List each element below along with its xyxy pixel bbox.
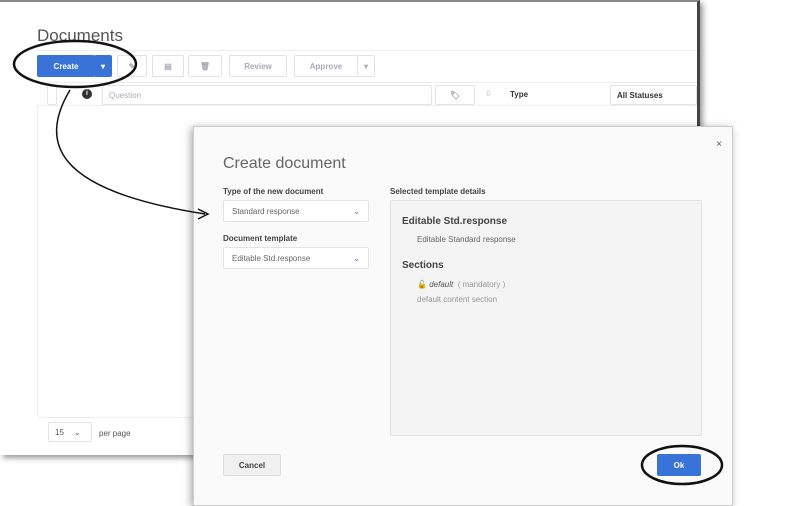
- cancel-button[interactable]: Cancel: [223, 454, 281, 476]
- dialog-title: Create document: [223, 155, 346, 172]
- template-select[interactable]: Editable Std.response ⌄: [223, 247, 369, 269]
- review-button[interactable]: Review: [229, 55, 287, 77]
- approve-button[interactable]: Approve: [294, 55, 358, 77]
- chevron-down-icon: ⌄: [73, 427, 81, 437]
- page-title: Documents: [37, 26, 123, 45]
- chevron-down-icon: ⌄: [353, 206, 360, 216]
- create-dropdown-button[interactable]: ▾: [94, 55, 112, 77]
- section-description: default content section: [417, 295, 498, 304]
- pencil-icon: ✎: [128, 61, 136, 71]
- type-label: Type of the new document: [223, 187, 324, 196]
- trash-icon: 🗑: [199, 61, 211, 71]
- document-button[interactable]: ▤: [152, 55, 184, 77]
- section-flag: ( mandatory ): [457, 280, 506, 289]
- caret-down-icon: ▾: [100, 61, 105, 71]
- per-page-label: per page: [99, 429, 131, 438]
- sections-title: Sections: [402, 260, 444, 271]
- ok-button[interactable]: Ok: [657, 454, 701, 476]
- details-description: Editable Standard response: [417, 235, 516, 244]
- unlock-icon: 🔓: [417, 280, 427, 289]
- create-button[interactable]: Create: [37, 55, 95, 77]
- page-size-value: 15: [55, 427, 64, 437]
- select-all-checkbox[interactable]: [47, 85, 57, 105]
- sort-icon[interactable]: ⇳: [485, 89, 492, 98]
- delete-button[interactable]: 🗑: [188, 55, 222, 77]
- tag-icon: 🏷: [449, 90, 461, 100]
- type-value: Standard response: [232, 206, 300, 216]
- document-list: [37, 106, 197, 416]
- tag-button[interactable]: 🏷: [435, 85, 475, 105]
- caret-down-icon: ▾: [363, 61, 368, 71]
- type-column-header[interactable]: Type: [510, 90, 528, 99]
- page-size-select[interactable]: 15 ⌄: [48, 422, 92, 442]
- section-item: 🔓 default ( mandatory ): [417, 280, 505, 289]
- toolbar: Create ▾ ✎ ▤ 🗑 Review Approve ▾: [37, 50, 697, 80]
- details-title: Editable Std.response: [402, 216, 508, 227]
- template-label: Document template: [223, 234, 298, 243]
- approve-dropdown-button[interactable]: ▾: [357, 55, 375, 77]
- chevron-down-icon: ⌄: [353, 253, 360, 263]
- template-value: Editable Std.response: [232, 253, 311, 263]
- template-details-panel: Editable Std.response Editable Standard …: [390, 200, 702, 436]
- close-icon[interactable]: ×: [716, 139, 722, 150]
- create-document-dialog: × Create document Type of the new docume…: [193, 126, 733, 506]
- type-select[interactable]: Standard response ⌄: [223, 200, 369, 222]
- pager: 15 ⌄ per page: [37, 417, 197, 447]
- filter-row: i Question 🏷 ⇳ Type All Statuses: [37, 82, 697, 106]
- info-icon: i: [82, 89, 92, 99]
- details-label: Selected template details: [390, 187, 486, 196]
- status-select[interactable]: All Statuses: [610, 85, 697, 105]
- edit-button[interactable]: ✎: [117, 55, 147, 77]
- section-name: default: [429, 280, 454, 289]
- document-icon: ▤: [164, 61, 172, 71]
- question-input[interactable]: Question: [102, 85, 432, 105]
